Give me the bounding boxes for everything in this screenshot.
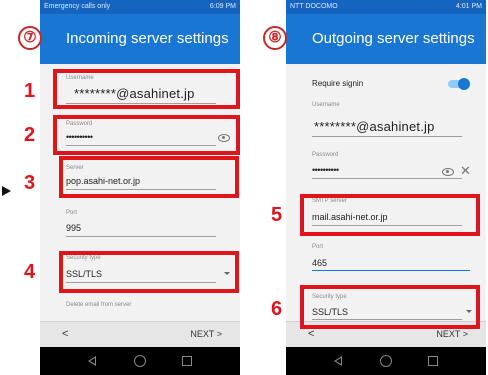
pointer-arrow-icon <box>2 186 11 196</box>
port-underline-active <box>312 270 470 271</box>
username-label: Username <box>312 102 340 108</box>
password-label: Password <box>312 152 339 158</box>
highlight-security-right <box>300 285 480 329</box>
nav-home-icon[interactable] <box>134 355 146 367</box>
back-button[interactable]: < <box>62 328 68 340</box>
clear-icon[interactable]: ✕ <box>460 164 471 177</box>
password-underline <box>312 178 462 179</box>
system-nav-bar <box>40 347 240 375</box>
nav-home-icon[interactable] <box>380 355 392 367</box>
username-underline <box>312 136 462 137</box>
nav-recents-icon[interactable] <box>428 356 438 366</box>
system-nav-bar <box>286 347 486 375</box>
callout-1: 1 <box>24 80 36 102</box>
outgoing-form: Require signin Username ********@asahine… <box>286 64 486 321</box>
highlight-password <box>53 115 240 155</box>
port-field[interactable]: 995 <box>66 223 81 233</box>
status-bar: NTT DOCOMO 4:01 PM <box>286 0 486 14</box>
callout-3: 3 <box>24 172 36 194</box>
highlight-username <box>53 69 240 109</box>
port-field[interactable]: 465 <box>312 258 327 268</box>
step-7-marker: ⑦ <box>18 26 42 50</box>
callout-6: 6 <box>271 298 283 320</box>
highlight-server <box>59 156 239 198</box>
port-underline <box>66 236 216 237</box>
callout-5: 5 <box>271 204 283 226</box>
step-8-marker: ⑧ <box>263 26 287 50</box>
bottom-action-bar: < NEXT > <box>40 321 240 347</box>
highlight-smtp <box>300 194 480 236</box>
eye-icon[interactable] <box>442 168 454 176</box>
status-carrier: NTT DOCOMO <box>290 3 338 10</box>
nav-back-icon[interactable] <box>88 356 96 366</box>
toggle-knob <box>458 78 470 90</box>
port-label: Port <box>312 244 324 250</box>
delete-email-label: Delete email from server <box>66 302 132 308</box>
highlight-security-left <box>59 251 239 293</box>
status-bar: Emergency calls only 6:09 PM <box>40 0 240 14</box>
port-label: Port <box>66 210 78 216</box>
callout-2: 2 <box>24 124 36 146</box>
next-button[interactable]: NEXT > <box>190 329 222 339</box>
back-button[interactable]: < <box>308 328 314 340</box>
username-field[interactable]: ********@asahinet.jp <box>314 119 435 134</box>
status-time: 6:09 PM <box>209 3 236 10</box>
callout-4: 4 <box>24 261 36 283</box>
require-signin-toggle[interactable] <box>448 78 470 90</box>
nav-back-icon[interactable] <box>334 356 342 366</box>
password-field[interactable]: •••••••••• <box>312 165 339 175</box>
page-title: Outgoing server settings <box>286 14 486 64</box>
page-title: Incoming server settings <box>40 14 240 64</box>
nav-recents-icon[interactable] <box>182 356 192 366</box>
status-time: 4:01 PM <box>455 3 482 10</box>
status-carrier: Emergency calls only <box>44 3 111 10</box>
next-button[interactable]: NEXT > <box>436 329 468 339</box>
require-signin-label: Require signin <box>312 79 364 88</box>
